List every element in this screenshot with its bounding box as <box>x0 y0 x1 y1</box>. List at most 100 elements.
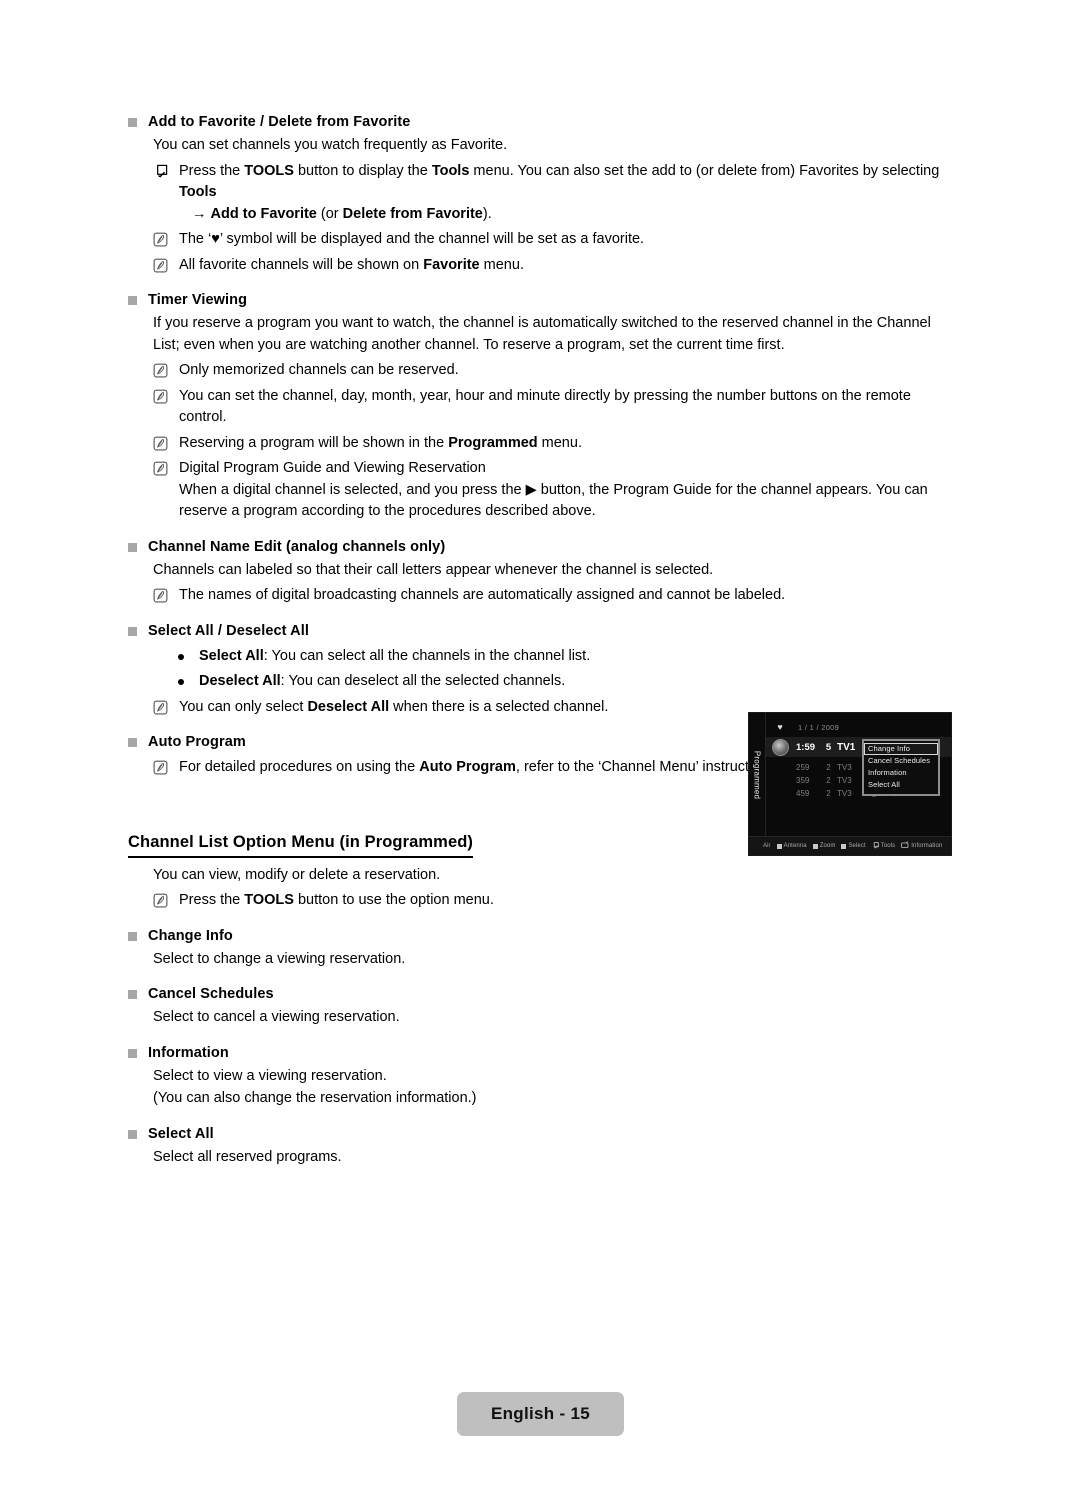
page-title: Channel List Option Menu (in Programmed) <box>128 831 474 858</box>
section-heading: Timer Viewing <box>128 290 960 311</box>
section-title: Change Info <box>148 927 233 944</box>
tv-menu-item-information[interactable]: Information <box>864 767 938 779</box>
section-cancel-schedules: Cancel Schedules Select to cancel a view… <box>128 984 960 1029</box>
note-text: The names of digital broadcasting channe… <box>179 587 786 603</box>
square-bullet-icon <box>128 738 137 747</box>
note-text: Press the TOOLS button to display the To… <box>179 161 960 226</box>
tv-row-number: 359 <box>796 776 810 785</box>
round-bullet-icon <box>178 679 184 685</box>
square-bullet-icon <box>128 990 137 999</box>
note-text: Reserving a program will be shown in the… <box>179 434 582 451</box>
section-heading: Information <box>128 1043 960 1064</box>
note-icon <box>153 700 168 715</box>
tv-bottom-item-air[interactable]: Air <box>763 843 771 849</box>
section-title: Cancel Schedules <box>148 986 274 1002</box>
section-title: Select All <box>148 1125 214 1142</box>
page-number-label: English - 15 <box>490 1404 590 1423</box>
section-paragraph: (You can also change the reservation inf… <box>153 1090 477 1106</box>
tv-bottom-item-tools[interactable]: Tools <box>872 841 896 851</box>
note-icon <box>153 389 168 404</box>
tv-side-label: Programmed <box>752 750 762 800</box>
tv-bottom-label: Zoom <box>819 843 836 849</box>
color-square-icon <box>812 843 818 849</box>
square-bullet-icon <box>128 1048 137 1058</box>
tv-menu-item-change-info[interactable]: Change Info <box>864 743 938 755</box>
tv-screenshot-illustration: Programmed ♥ 1 / 1 / 2009 1:59 5 TV1 ◷ T… <box>748 712 952 856</box>
section-paragraph: Select all reserved programs. <box>153 1148 342 1165</box>
tv-bottom-item-zoom[interactable]: Zoom <box>812 843 836 849</box>
section-title: Add to Favorite / Delete from Favorite <box>148 114 411 130</box>
tv-bottom-item-select[interactable]: Select <box>841 843 866 849</box>
note-text: The ‘♥’ symbol will be displayed and the… <box>179 231 645 247</box>
tv-menu-item-select-all[interactable]: Select All <box>864 779 938 791</box>
section-title: Timer Viewing <box>148 292 248 308</box>
section-paragraph: If you reserve a program you want to wat… <box>153 315 931 353</box>
section-select-all-deselect-all: Select All / Deselect All Select All: Yo… <box>128 621 960 719</box>
tv-bottom-label: Information <box>911 843 943 849</box>
heart-icon: ♥ <box>777 722 783 732</box>
note-item: Reserving a program will be shown in the… <box>153 433 960 455</box>
tv-row-sub: 2 <box>826 763 831 772</box>
square-bullet-icon <box>128 118 137 127</box>
note-icon <box>153 461 168 476</box>
square-bullet-icon <box>128 296 137 305</box>
tv-option-menu: Change Info Cancel Schedules Information… <box>862 739 940 796</box>
note-item: The names of digital broadcasting channe… <box>153 585 960 607</box>
info-icon <box>901 841 909 851</box>
note-item: Press the TOOLS button to use the option… <box>153 890 960 912</box>
note-line: Press the TOOLS button to display the To… <box>179 162 940 201</box>
tv-thumbnail <box>766 738 794 756</box>
section-channel-name-edit: Channel Name Edit (analog channels only)… <box>128 537 960 607</box>
section-title: Select All / Deselect All <box>148 622 309 639</box>
note-continuation: When a digital channel is selected, and … <box>179 481 928 520</box>
tv-bottom-item-information[interactable]: Information <box>901 841 942 851</box>
section-heading: Add to Favorite / Delete from Favorite <box>128 112 960 133</box>
section-paragraph: You can set channels you watch frequentl… <box>153 137 508 153</box>
note-icon <box>153 893 168 908</box>
section-heading: Channel Name Edit (analog channels only) <box>128 537 960 558</box>
section-paragraph: Select to cancel a viewing reservation. <box>153 1009 400 1025</box>
bullet-item: Deselect All: You can deselect all the s… <box>178 671 960 693</box>
section-title: Channel Name Edit (analog channels only) <box>148 538 446 555</box>
section-heading: Select All <box>128 1124 960 1145</box>
tv-date: 1 / 1 / 2009 <box>798 722 840 732</box>
note-icon <box>153 232 168 247</box>
tv-bottom-item-antenna[interactable]: Antenna <box>776 843 807 849</box>
section-paragraph: Channels can labeled so that their call … <box>153 561 714 578</box>
document-page: Add to Favorite / Delete from Favorite Y… <box>0 0 1080 1488</box>
section-heading: Cancel Schedules <box>128 984 960 1005</box>
tv-row-number: 5 <box>825 741 832 753</box>
section-change-info: Change Info Select to change a viewing r… <box>128 926 960 971</box>
tv-row-number: 459 <box>796 789 810 798</box>
tv-menu-item-cancel-schedules[interactable]: Cancel Schedules <box>864 755 938 767</box>
section-title: Information <box>148 1044 229 1061</box>
tv-row-number: 259 <box>796 763 810 772</box>
square-bullet-icon <box>128 931 137 941</box>
square-bullet-icon <box>128 1129 137 1139</box>
note-text: Digital Program Guide and Viewing Reserv… <box>179 458 960 523</box>
tools-icon <box>153 164 168 179</box>
note-icon <box>153 436 168 451</box>
note-icon <box>153 363 168 378</box>
section-select-all: Select All Select all reserved programs. <box>128 1124 960 1169</box>
tv-date-row: ♥ 1 / 1 / 2009 <box>766 719 951 735</box>
note-item: Digital Program Guide and Viewing Reserv… <box>153 458 960 523</box>
note-text: Press the TOOLS button to use the option… <box>179 892 494 908</box>
tv-bottom-label: Air <box>763 843 771 849</box>
section-heading: Change Info <box>128 926 960 947</box>
note-icon <box>153 588 168 603</box>
note-item: The ‘♥’ symbol will be displayed and the… <box>153 229 960 251</box>
tv-row-time: 1:59 <box>796 741 816 753</box>
tv-row-sub: 2 <box>826 776 831 785</box>
tv-bottom-label: Select <box>848 843 866 849</box>
section-add-to-favorite: Add to Favorite / Delete from Favorite Y… <box>128 112 960 276</box>
round-bullet-icon <box>178 653 184 660</box>
bullet-item: Select All: You can select all the chann… <box>178 646 960 668</box>
note-item: Only memorized channels can be reserved. <box>153 360 960 382</box>
note-icon <box>153 760 168 775</box>
note-item: Press the TOOLS button to display the To… <box>153 161 960 226</box>
page-footer-badge: English - 15 <box>457 1392 624 1436</box>
section-information: Information Select to view a viewing res… <box>128 1043 960 1110</box>
section-heading: Select All / Deselect All <box>128 621 960 642</box>
note-icon <box>153 258 168 273</box>
